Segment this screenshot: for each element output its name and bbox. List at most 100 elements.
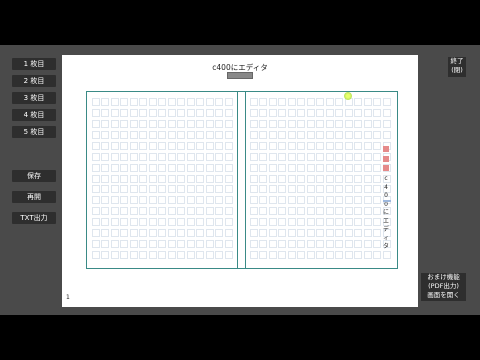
grid-cell[interactable]	[259, 207, 268, 216]
grid-cell[interactable]	[278, 207, 287, 216]
grid-cell[interactable]	[196, 108, 205, 117]
grid-cell[interactable]	[92, 174, 100, 183]
grid-cell[interactable]	[373, 141, 382, 150]
grid-cell[interactable]	[363, 229, 372, 238]
grid-cell[interactable]	[268, 207, 277, 216]
grid-cell[interactable]	[278, 130, 287, 139]
grid-cell[interactable]	[158, 218, 167, 227]
txt-export-button[interactable]: TXT出力	[12, 212, 56, 224]
grid-cell[interactable]	[382, 251, 391, 260]
grid-cell[interactable]	[287, 174, 296, 183]
manuscript-page[interactable]: c400にエディタ c400にエディタ 1	[62, 55, 418, 307]
grid-cell[interactable]	[325, 141, 334, 150]
grid-cell[interactable]	[224, 141, 233, 150]
grid-cell[interactable]	[344, 207, 353, 216]
grid-cell[interactable]	[335, 152, 344, 161]
grid-cell[interactable]	[268, 196, 277, 205]
grid-cell[interactable]	[297, 163, 306, 172]
grid-cell[interactable]	[335, 98, 344, 106]
grid-cell[interactable]	[148, 218, 157, 227]
grid-cell[interactable]	[92, 251, 100, 260]
grid-cell[interactable]	[148, 98, 157, 106]
grid-cell[interactable]	[325, 185, 334, 194]
grid-cell[interactable]	[259, 196, 268, 205]
grid-cell[interactable]	[167, 185, 176, 194]
grid-cell[interactable]	[363, 152, 372, 161]
grid-cell[interactable]	[224, 185, 233, 194]
sheet-5-button[interactable]: 5 枚目	[12, 126, 56, 138]
grid-cell[interactable]	[129, 98, 138, 106]
grid-cell[interactable]	[268, 240, 277, 249]
exit-button[interactable]: 終了 (閉)	[448, 57, 466, 77]
grid-cell[interactable]	[177, 130, 186, 139]
grid-cell[interactable]	[306, 174, 315, 183]
grid-cell[interactable]	[316, 108, 325, 117]
grid-cell[interactable]	[287, 251, 296, 260]
grid-cell[interactable]	[120, 108, 129, 117]
grid-cell[interactable]	[148, 229, 157, 238]
grid-cell[interactable]	[373, 119, 382, 128]
grid-cell[interactable]	[373, 108, 382, 117]
grid-cell[interactable]	[373, 251, 382, 260]
grid-cell[interactable]	[215, 229, 224, 238]
grid-cell[interactable]	[129, 108, 138, 117]
grid-cell[interactable]	[120, 119, 129, 128]
grid-cell[interactable]	[344, 229, 353, 238]
grid-cell[interactable]	[287, 229, 296, 238]
grid-cell[interactable]	[167, 108, 176, 117]
grid-cell[interactable]	[287, 119, 296, 128]
grid-cell[interactable]	[148, 152, 157, 161]
grid-cell[interactable]	[158, 240, 167, 249]
grid-cell[interactable]	[139, 130, 148, 139]
grid-cell[interactable]	[120, 196, 129, 205]
grid-cell[interactable]	[139, 119, 148, 128]
grid-cell[interactable]	[354, 174, 363, 183]
grid-cell[interactable]	[224, 229, 233, 238]
grid-cell[interactable]	[382, 98, 391, 106]
grid-cell[interactable]	[158, 229, 167, 238]
grid-cell[interactable]	[167, 196, 176, 205]
grid-cell[interactable]	[278, 196, 287, 205]
grid-cell[interactable]	[205, 218, 214, 227]
grid-cell[interactable]	[287, 196, 296, 205]
grid-cell[interactable]	[297, 119, 306, 128]
grid-cell[interactable]	[344, 108, 353, 117]
grid-cell[interactable]	[306, 229, 315, 238]
grid-cell[interactable]	[316, 174, 325, 183]
grid-cell[interactable]	[120, 163, 129, 172]
grid-cell[interactable]	[287, 185, 296, 194]
grid-cell[interactable]	[205, 229, 214, 238]
grid-cell[interactable]	[297, 196, 306, 205]
grid-cell[interactable]	[306, 108, 315, 117]
grid-cell[interactable]	[268, 141, 277, 150]
grid-cell[interactable]	[139, 98, 148, 106]
grid-cell[interactable]	[139, 229, 148, 238]
grid-cell[interactable]	[158, 174, 167, 183]
grid-cell[interactable]	[344, 251, 353, 260]
grid-cell[interactable]	[325, 174, 334, 183]
grid-cell[interactable]	[129, 218, 138, 227]
grid-cell[interactable]	[354, 98, 363, 106]
grid-cell[interactable]	[196, 229, 205, 238]
grid-cell[interactable]	[306, 185, 315, 194]
grid-cell[interactable]	[129, 163, 138, 172]
grid-cell[interactable]	[363, 196, 372, 205]
grid-cell[interactable]	[287, 163, 296, 172]
grid-cell[interactable]	[167, 130, 176, 139]
grid-cell[interactable]	[129, 152, 138, 161]
grid-cell[interactable]	[268, 251, 277, 260]
grid-cell[interactable]	[158, 130, 167, 139]
grid-cell[interactable]	[139, 240, 148, 249]
grid-cell[interactable]	[325, 196, 334, 205]
grid-cell[interactable]	[354, 196, 363, 205]
grid-cell[interactable]	[110, 174, 119, 183]
grid-cell[interactable]	[373, 229, 382, 238]
grid-cell[interactable]	[297, 108, 306, 117]
grid-cell[interactable]	[205, 207, 214, 216]
grid-cell[interactable]	[344, 218, 353, 227]
grid-cell[interactable]	[278, 98, 287, 106]
grid-cell[interactable]	[278, 152, 287, 161]
grid-cell[interactable]	[250, 196, 258, 205]
grid-cell[interactable]	[129, 251, 138, 260]
grid-cell[interactable]	[186, 163, 195, 172]
